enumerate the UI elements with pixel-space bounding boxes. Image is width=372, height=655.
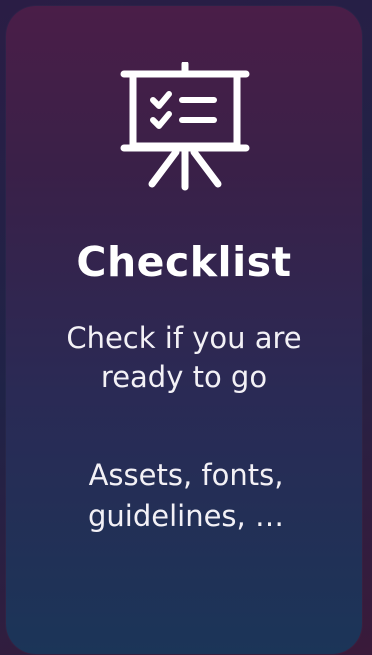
card-detail: Assets, fonts, guidelines, …	[26, 455, 346, 537]
card-detail-line: Assets, fonts,	[88, 458, 284, 492]
card-subtitle-line: Check if you are	[66, 321, 302, 355]
checklist-card[interactable]: Checklist Check if you are ready to go A…	[6, 6, 362, 654]
card-title: Checklist	[76, 238, 292, 286]
presentation-checklist-icon	[120, 62, 250, 191]
card-detail-line: guidelines, …	[88, 499, 284, 533]
card-subtitle: Check if you are ready to go	[26, 319, 342, 397]
card-subtitle-line: ready to go	[100, 360, 268, 394]
